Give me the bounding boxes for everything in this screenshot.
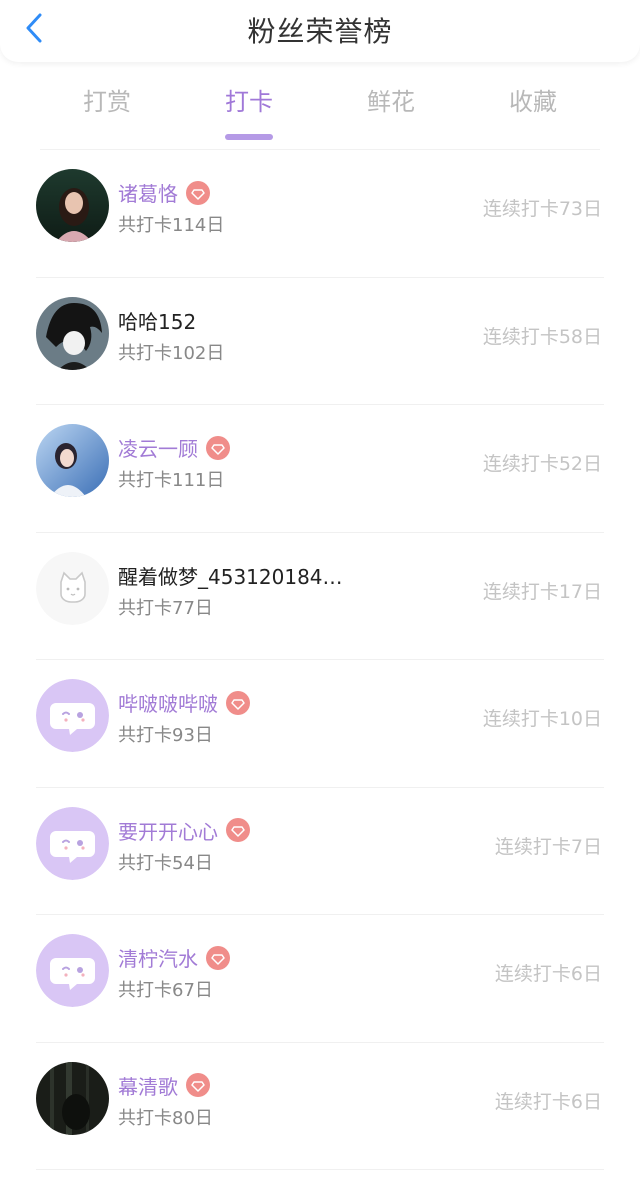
total-checkin: 共打卡80日 (118, 1107, 213, 1129)
fan-name[interactable]: 幕清歌 (118, 1071, 178, 1100)
name-line: 诸葛恪 (118, 178, 210, 207)
name-line: 幕清歌 (118, 1071, 210, 1100)
total-checkin: 共打卡93日 (118, 725, 213, 746)
fan-name[interactable]: 哔啵啵哔啵 (118, 688, 218, 717)
name-line: 哔啵啵哔啵 (118, 688, 250, 717)
total-checkin: 共打卡77日 (118, 597, 213, 619)
avatar[interactable] (36, 551, 109, 625)
fan-name[interactable]: 醒着做梦_453120184… (118, 561, 343, 590)
total-checkin: 共打卡67日 (118, 980, 213, 1001)
name-line: 醒着做梦_453120184… (118, 561, 343, 590)
tab-checkin[interactable]: 打卡 (199, 82, 299, 140)
total-checkin: 共打卡111日 (118, 470, 225, 491)
streak-checkin: 连续打卡17日 (482, 580, 602, 603)
diamond-badge-icon (186, 180, 210, 205)
tab-favorites[interactable]: 收藏 (483, 82, 583, 117)
fan-row[interactable]: 醒着做梦_453120184… 共打卡77日 连续打卡17日 (0, 533, 640, 660)
active-tab-indicator (225, 134, 273, 140)
avatar[interactable] (36, 296, 109, 370)
avatar[interactable] (36, 169, 109, 242)
avatar[interactable] (36, 424, 109, 497)
fan-name[interactable]: 凌云一顾 (118, 433, 198, 462)
fan-name[interactable]: 哈哈152 (118, 306, 196, 335)
total-checkin: 共打卡102日 (118, 342, 225, 364)
tab-checkin-label: 打卡 (225, 88, 273, 116)
top-bar: 粉丝荣誉榜 (0, 0, 640, 62)
fan-row[interactable]: 幕清歌共打卡80日 连续打卡6日 (0, 1043, 640, 1170)
streak-checkin: 连续打卡52日 (482, 453, 602, 475)
avatar[interactable] (36, 934, 109, 1007)
streak-checkin: 连续打卡73日 (482, 198, 602, 220)
avatar[interactable] (36, 806, 109, 880)
name-line: 要开开心心 (118, 816, 250, 845)
name-line: 凌云一顾 (118, 433, 230, 462)
fan-row[interactable]: 清柠汽水共打卡67日 连续打卡6日 (0, 915, 640, 1043)
avatar[interactable] (36, 1061, 109, 1135)
streak-checkin: 连续打卡6日 (494, 1090, 602, 1113)
streak-checkin: 连续打卡58日 (482, 325, 602, 348)
tab-reward[interactable]: 打赏 (57, 82, 157, 117)
avatar[interactable] (36, 679, 109, 752)
diamond-badge-icon (206, 435, 230, 460)
fan-row[interactable]: 哔啵啵哔啵共打卡93日 连续打卡10日 (0, 660, 640, 788)
page-title: 粉丝荣誉榜 (247, 15, 393, 48)
fan-row[interactable]: 哈哈152 共打卡102日 连续打卡58日 (0, 278, 640, 405)
fan-row[interactable]: 要开开心心共打卡54日 连续打卡7日 (0, 788, 640, 915)
diamond-badge-icon (226, 818, 250, 842)
streak-checkin: 连续打卡7日 (494, 835, 602, 858)
diamond-badge-icon (206, 945, 230, 970)
fan-name[interactable]: 诸葛恪 (118, 178, 178, 207)
streak-checkin: 连续打卡10日 (482, 708, 602, 730)
streak-checkin: 连续打卡6日 (494, 963, 602, 985)
total-checkin: 共打卡114日 (118, 215, 225, 236)
diamond-badge-icon (226, 690, 250, 715)
tab-flowers[interactable]: 鲜花 (341, 82, 441, 117)
fan-list: 诸葛恪共打卡114日 连续打卡73日哈哈152 共打卡102日 连续打卡58日凌云一顾… (0, 150, 640, 1170)
tab-bar: 打赏 打卡 鲜花 收藏 (0, 70, 640, 140)
fan-name[interactable]: 要开开心心 (118, 816, 218, 845)
name-line: 哈哈152 (118, 306, 196, 335)
total-checkin: 共打卡54日 (118, 852, 213, 874)
fan-name[interactable]: 清柠汽水 (118, 943, 198, 972)
fan-row[interactable]: 诸葛恪共打卡114日 连续打卡73日 (0, 150, 640, 278)
fan-row[interactable]: 凌云一顾共打卡111日 连续打卡52日 (0, 405, 640, 533)
diamond-badge-icon (186, 1073, 210, 1097)
divider (36, 1169, 604, 1170)
name-line: 清柠汽水 (118, 943, 230, 972)
